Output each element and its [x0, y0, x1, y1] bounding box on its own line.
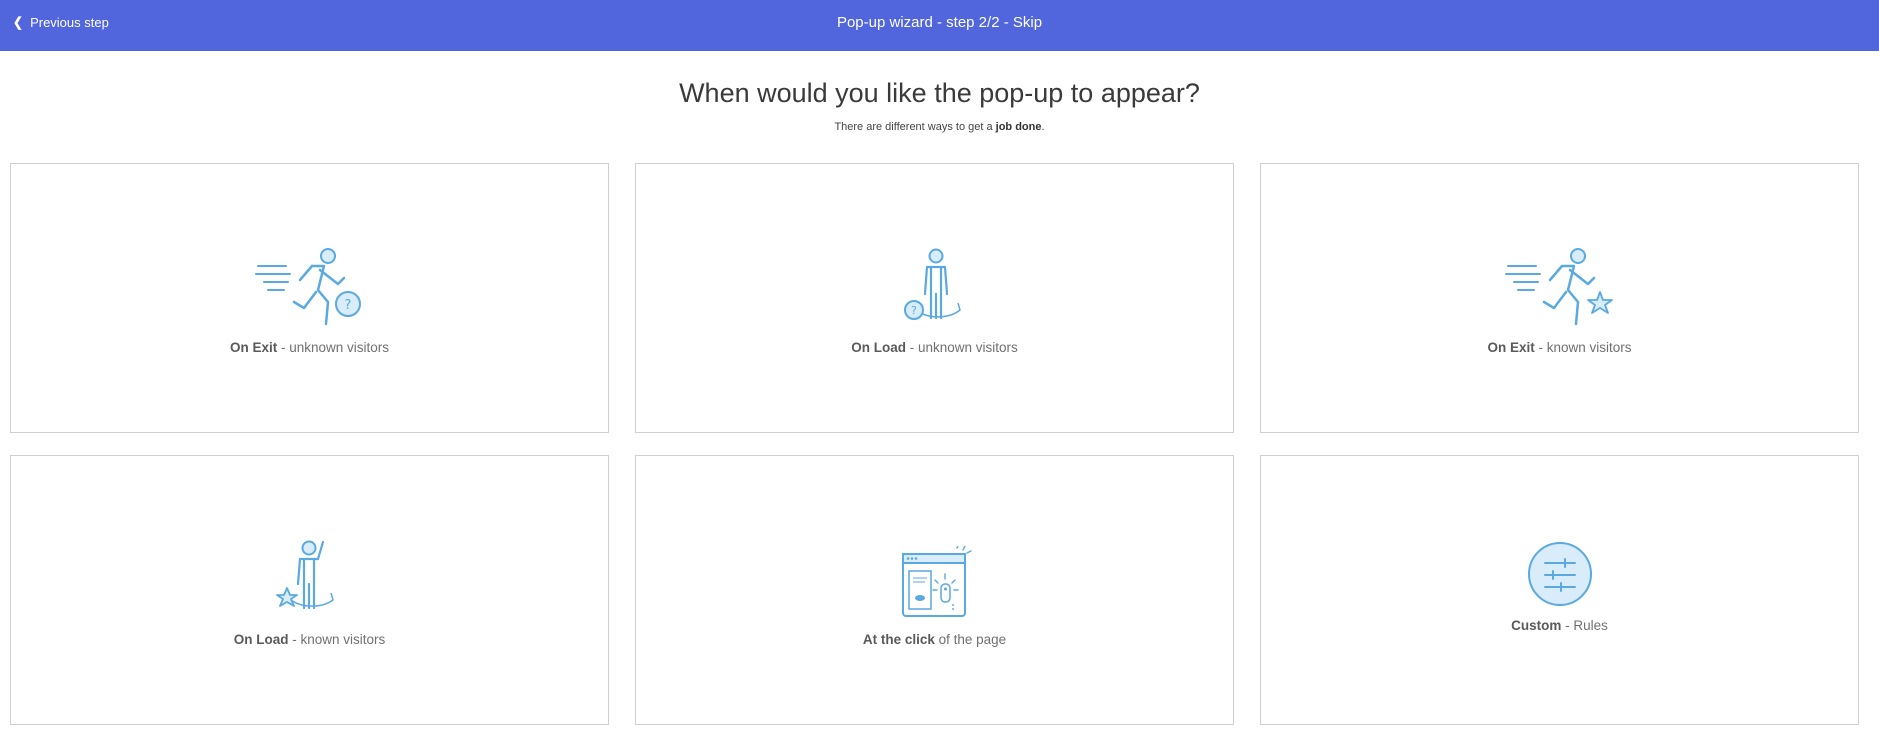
wizard-title: Pop-up wizard - step 2/2 - Skip	[836, 13, 1043, 31]
waving-person-star-icon	[275, 540, 334, 610]
option-on-load-known[interactable]: On Load - known visitors	[10, 455, 609, 725]
option-label: On Exit - known visitors	[1487, 340, 1632, 355]
subtitle-bold: job done	[995, 121, 1042, 133]
previous-step-link[interactable]: ❮ Previous step	[13, 0, 109, 44]
running-person-star-icon	[1504, 248, 1613, 326]
page-subtitle: There are different ways to get a job do…	[0, 121, 1879, 133]
previous-step-label: Previous step	[30, 14, 109, 30]
svg-text:?: ?	[911, 304, 917, 317]
standing-person-question-icon: ?	[903, 248, 961, 320]
chevron-left-icon: ❮	[13, 14, 24, 30]
option-on-load-unknown[interactable]: ? On Load - unknown visitors	[635, 163, 1234, 433]
subtitle-suffix: .	[1041, 121, 1045, 133]
subtitle-prefix: There are different ways to get a	[834, 121, 996, 133]
option-on-exit-known[interactable]: On Exit - known visitors	[1260, 163, 1859, 433]
option-label: On Load - unknown visitors	[851, 340, 1018, 355]
option-at-click[interactable]: At the click of the page	[635, 455, 1234, 725]
option-label: On Exit - unknown visitors	[229, 340, 390, 355]
option-label: On Load - known visitors	[233, 632, 386, 647]
sliders-icon	[1527, 542, 1592, 606]
page-title: When would you like the pop-up to appear…	[679, 78, 1200, 108]
svg-text:?: ?	[344, 298, 351, 313]
option-label: Custom - Rules	[1511, 618, 1608, 633]
option-custom-rules[interactable]: Custom - Rules	[1260, 455, 1859, 725]
top-bar: ❮ Previous step Pop-up wizard - step 2/2…	[0, 0, 1879, 51]
option-on-exit-unknown[interactable]: ? On Exit - unknown visitors	[10, 163, 609, 433]
browser-click-icon	[901, 546, 972, 617]
option-label: At the click of the page	[862, 632, 1007, 647]
wizard-title-wrap: Pop-up wizard - step 2/2 - Skip	[0, 0, 1879, 44]
running-person-question-icon: ?	[254, 248, 361, 326]
